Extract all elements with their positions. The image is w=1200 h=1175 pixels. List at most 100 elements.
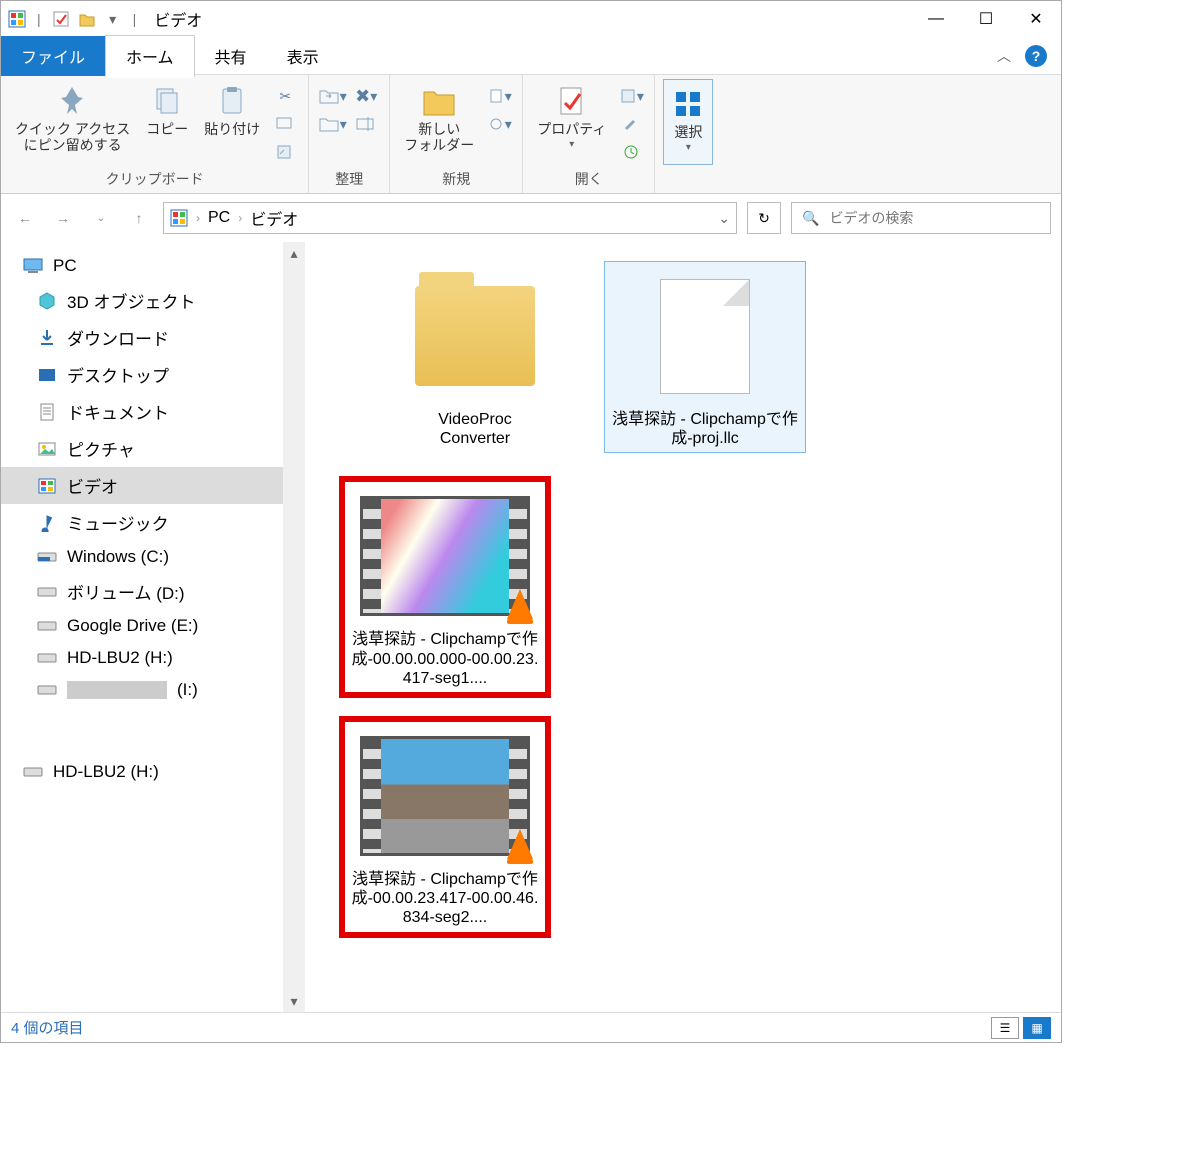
paste-button[interactable]: 貼り付け (198, 79, 266, 165)
minimize-button[interactable]: — (911, 4, 961, 34)
qat-dropdown-icon[interactable]: ▾ (103, 9, 123, 29)
breadcrumb-sep-1: › (196, 211, 200, 225)
nav-item-label: 3D オブジェクト (67, 288, 195, 313)
nav-back-button[interactable]: ← (11, 204, 39, 232)
nav-item-label: デスクトップ (67, 362, 169, 387)
qat-folder-icon[interactable] (77, 9, 97, 29)
paste-label: 貼り付け (204, 121, 260, 137)
file-caption: VideoProc Converter (438, 410, 512, 448)
cut-button[interactable]: ✂ (270, 83, 300, 109)
new-folder-label: 新しい フォルダー (404, 121, 474, 153)
open-icon (619, 88, 637, 104)
move-to-button[interactable]: ▾ (317, 83, 347, 109)
nav-up-button[interactable]: ↑ (125, 204, 153, 232)
nav-pc[interactable]: PC (1, 250, 283, 282)
music-icon (37, 514, 57, 532)
copy-to-button[interactable]: ▾ (317, 111, 347, 137)
ribbon-group-organize: ▾ ▾ ✖▾ 整理 (309, 75, 390, 193)
paste-shortcut-button[interactable] (270, 139, 300, 165)
nav-drive-c[interactable]: Windows (C:) (1, 541, 283, 573)
file-item-proj[interactable]: 浅草探訪 - Clipchampで作成-proj.llc (605, 262, 805, 452)
history-button[interactable] (616, 139, 646, 165)
breadcrumb-pc[interactable]: PC (208, 209, 230, 227)
files-area: VideoProc Converter 浅草探訪 - Clipchampで作成-… (305, 242, 1061, 1012)
nav-3d-objects[interactable]: 3D オブジェクト (1, 282, 283, 319)
nav-documents[interactable]: ドキュメント (1, 393, 283, 430)
select-button[interactable]: 選択 ▾ (663, 79, 713, 165)
search-icon: 🔍 (802, 210, 819, 227)
large-icons-view-button[interactable]: ▦ (1023, 1017, 1051, 1039)
ribbon-tab-row: ファイル ホーム 共有 表示 ︿ ? (1, 37, 1061, 75)
new-folder-button[interactable]: 新しい フォルダー (398, 79, 480, 165)
easy-access-button[interactable]: ▾ (484, 111, 514, 137)
nav-videos[interactable]: ビデオ (1, 467, 283, 504)
group-label-clipboard: クリップボード (106, 165, 204, 191)
address-bar[interactable]: › PC › ビデオ ⌄ (163, 202, 737, 234)
file-item-seg1[interactable]: 浅草探訪 - Clipchampで作成-00.00.00.000-00.00.2… (345, 482, 545, 692)
tab-view[interactable]: 表示 (267, 36, 339, 76)
pin-icon (55, 83, 91, 119)
select-icon (670, 86, 706, 122)
file-item-seg2[interactable]: 浅草探訪 - Clipchampで作成-00.00.23.417-00.00.4… (345, 722, 545, 932)
pc-icon (23, 257, 43, 275)
select-label: 選択 (674, 124, 702, 140)
help-icon[interactable]: ? (1025, 45, 1047, 67)
nav-drive-i[interactable]: (I:) (1, 674, 283, 706)
document-icon (660, 279, 750, 394)
nav-scrollbar[interactable]: ▴ ▾ (283, 242, 305, 1012)
pin-to-quick-access-button[interactable]: クイック アクセス にピン留めする (9, 79, 136, 165)
nav-recent-button[interactable]: ⌄ (87, 204, 115, 232)
nav-drive-d[interactable]: ボリューム (D:) (1, 573, 283, 610)
ribbon: クイック アクセス にピン留めする コピー 貼り付け ✂ (1, 75, 1061, 194)
breadcrumb-folder[interactable]: ビデオ (250, 206, 298, 230)
properties-button[interactable]: プロパティ ▾ (531, 79, 612, 165)
open-button[interactable]: ▾ (616, 83, 646, 109)
nav-drive-h2[interactable]: HD-LBU2 (H:) (1, 756, 283, 788)
nav-music[interactable]: ミュージック (1, 504, 283, 541)
nav-drive-h[interactable]: st#888"/> HD-LBU2 (H:) (1, 642, 283, 674)
nav-item-label: Windows (C:) (67, 547, 169, 567)
tab-file[interactable]: ファイル (1, 36, 105, 76)
title-bar: | ▾ | ビデオ — ☐ ✕ (1, 1, 1061, 37)
close-button[interactable]: ✕ (1011, 4, 1061, 34)
move-to-icon (318, 87, 340, 105)
history-icon (622, 144, 640, 160)
scroll-up-icon[interactable]: ▴ (283, 242, 305, 264)
new-item-button[interactable]: ▾ (484, 83, 514, 109)
copy-path-button[interactable] (270, 111, 300, 137)
ribbon-group-new: 新しい フォルダー ▾ ▾ 新規 (390, 75, 523, 193)
drive-icon (37, 548, 57, 566)
search-box[interactable]: 🔍 ビデオの検索 (791, 202, 1051, 234)
select-dropdown-icon: ▾ (686, 142, 691, 153)
nav-item-label: (I:) (177, 680, 198, 700)
paste-icon (214, 83, 250, 119)
nav-forward-button[interactable]: → (49, 204, 77, 232)
nav-pictures[interactable]: ピクチャ (1, 430, 283, 467)
group-label-new: 新規 (442, 165, 470, 191)
nav-desktop[interactable]: デスクトップ (1, 356, 283, 393)
explorer-window: | ▾ | ビデオ — ☐ ✕ ファイル ホーム 共有 表示 ︿ ? (0, 0, 1062, 1043)
details-view-button[interactable]: ☰ (991, 1017, 1019, 1039)
tab-home[interactable]: ホーム (105, 35, 195, 78)
rename-button[interactable] (351, 111, 381, 137)
file-item-folder[interactable]: VideoProc Converter (375, 262, 575, 452)
qat-separator-2: | (133, 11, 137, 27)
edit-button[interactable] (616, 111, 646, 137)
nav-drive-e[interactable]: Google Drive (E:) (1, 610, 283, 642)
collapse-ribbon-icon[interactable]: ︿ (997, 46, 1011, 66)
nav-downloads[interactable]: ダウンロード (1, 319, 283, 356)
refresh-button[interactable]: ↻ (747, 202, 781, 234)
qat-properties-icon[interactable] (51, 9, 71, 29)
nav-item-label: HD-LBU2 (H:) (53, 762, 159, 782)
address-dropdown-icon[interactable]: ⌄ (718, 210, 730, 227)
copy-button[interactable]: コピー (140, 79, 194, 165)
properties-dropdown-icon: ▾ (569, 139, 574, 150)
maximize-button[interactable]: ☐ (961, 4, 1011, 34)
address-bar-row: ← → ⌄ ↑ › PC › ビデオ ⌄ ↻ 🔍 ビデオの検索 (1, 194, 1061, 242)
copy-icon (149, 83, 185, 119)
scroll-down-icon[interactable]: ▾ (283, 990, 305, 1012)
document-icon (37, 403, 57, 421)
tab-share[interactable]: 共有 (195, 36, 267, 76)
delete-button[interactable]: ✖▾ (351, 83, 381, 109)
window-title: ビデオ (154, 7, 202, 31)
